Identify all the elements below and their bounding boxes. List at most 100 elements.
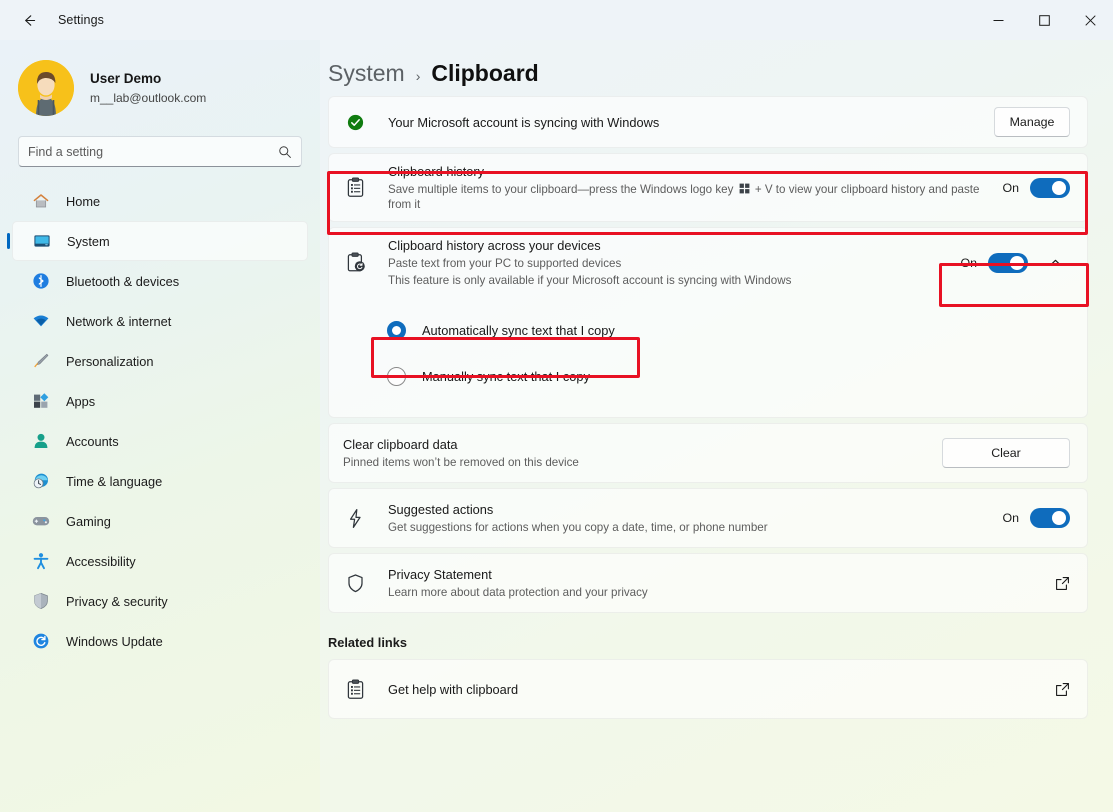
clear-button[interactable]: Clear: [942, 438, 1070, 468]
account-sync-banner: Your Microsoft account is syncing with W…: [328, 96, 1088, 148]
profile-email: m__lab@outlook.com: [90, 89, 206, 107]
clipboard-across-devices-text: Clipboard history across your devices Pa…: [388, 237, 946, 288]
clear-clipboard-actions: Clear: [942, 438, 1070, 468]
sidebar-item-label: Network & internet: [66, 314, 171, 329]
sidebar-item-label: Home: [66, 194, 100, 209]
radio-indicator: [387, 321, 406, 340]
breadcrumb-parent[interactable]: System: [328, 60, 405, 87]
radio-label: Automatically sync text that I copy: [422, 323, 615, 338]
profile-name: User Demo: [90, 69, 206, 88]
suggested-actions-toggle-label: On: [1002, 511, 1019, 525]
system-monitor-icon: [33, 232, 51, 250]
clipboard-across-devices-toggle[interactable]: [988, 253, 1028, 273]
banner-text: Your Microsoft account is syncing with W…: [388, 114, 980, 131]
clear-clipboard-title: Clear clipboard data: [343, 436, 928, 453]
privacy-statement-title: Privacy Statement: [388, 566, 1041, 583]
close-button[interactable]: [1067, 0, 1113, 40]
search-icon: [278, 145, 292, 159]
breadcrumb-separator: ›: [416, 68, 421, 84]
chevron-up-icon[interactable]: [1040, 248, 1070, 278]
lightning-bolt-icon: [344, 508, 366, 529]
clipboard-list-icon: [344, 177, 366, 198]
breadcrumb: System › Clipboard: [328, 40, 1088, 96]
shield-icon: [32, 592, 50, 610]
clear-clipboard-text: Clear clipboard data Pinned items won’t …: [343, 436, 928, 470]
gamepad-icon: [32, 512, 50, 530]
suggested-actions-toggle[interactable]: [1030, 508, 1070, 528]
sidebar-item-label: Accessibility: [66, 554, 136, 569]
sidebar: User Demo m__lab@outlook.com Home: [0, 40, 320, 812]
search-box[interactable]: [18, 136, 302, 167]
maximize-button[interactable]: [1021, 0, 1067, 40]
radio-indicator: [387, 367, 406, 386]
home-icon: [32, 192, 50, 210]
manage-button[interactable]: Manage: [994, 107, 1070, 137]
settings-window: Settings: [0, 0, 1113, 812]
clipboard-history-toggle-wrap: On: [1002, 178, 1070, 198]
radio-label: Manually sync text that I copy: [422, 369, 590, 384]
search-input[interactable]: [28, 145, 278, 159]
sync-options-group: Automatically sync text that I copy Manu…: [329, 297, 1087, 417]
sidebar-item-bluetooth-devices[interactable]: Bluetooth & devices: [12, 261, 308, 301]
green-check-circle-icon: [344, 114, 366, 131]
avatar: [18, 60, 74, 116]
external-link-icon[interactable]: [1055, 576, 1070, 591]
sidebar-item-gaming[interactable]: Gaming: [12, 501, 308, 541]
privacy-statement-text: Privacy Statement Learn more about data …: [388, 566, 1041, 600]
minimize-icon: [993, 15, 1004, 26]
clipboard-across-devices-toggle-label: On: [960, 256, 977, 270]
related-link-card[interactable]: Get help with clipboard: [328, 659, 1088, 719]
update-refresh-icon: [32, 632, 50, 650]
clear-clipboard-card: Clear clipboard data Pinned items won’t …: [328, 423, 1088, 483]
page-title: Clipboard: [431, 60, 538, 87]
sidebar-item-personalization[interactable]: Personalization: [12, 341, 308, 381]
clipboard-history-toggle[interactable]: [1030, 178, 1070, 198]
clipboard-sync-icon: [344, 252, 366, 273]
sidebar-item-windows-update[interactable]: Windows Update: [12, 621, 308, 661]
clipboard-across-devices-controls: On: [960, 248, 1070, 278]
back-arrow-icon: [21, 12, 38, 29]
clipboard-history-description: Save multiple items to your clipboard—pr…: [388, 182, 988, 212]
paintbrush-icon: [32, 352, 50, 370]
sidebar-item-apps[interactable]: Apps: [12, 381, 308, 421]
sidebar-item-home[interactable]: Home: [12, 181, 308, 221]
radio-option-automatic-sync[interactable]: Automatically sync text that I copy: [329, 307, 1087, 353]
related-link-actions: [1055, 682, 1070, 697]
sidebar-item-time-language[interactable]: Time & language: [12, 461, 308, 501]
sidebar-item-label: Windows Update: [66, 634, 163, 649]
minimize-button[interactable]: [975, 0, 1021, 40]
shield-outline-icon: [344, 573, 366, 594]
privacy-statement-actions: [1055, 576, 1070, 591]
sidebar-item-label: Time & language: [66, 474, 162, 489]
sidebar-item-label: Bluetooth & devices: [66, 274, 179, 289]
profile-card[interactable]: User Demo m__lab@outlook.com: [0, 40, 320, 122]
privacy-statement-description: Learn more about data protection and you…: [388, 585, 1041, 600]
sidebar-item-network-internet[interactable]: Network & internet: [12, 301, 308, 341]
clipboard-list-icon: [344, 679, 366, 700]
close-icon: [1085, 15, 1096, 26]
privacy-statement-card[interactable]: Privacy Statement Learn more about data …: [328, 553, 1088, 613]
sidebar-item-label: Apps: [66, 394, 95, 409]
suggested-actions-text: Suggested actions Get suggestions for ac…: [388, 501, 988, 535]
suggested-actions-card: Suggested actions Get suggestions for ac…: [328, 488, 1088, 548]
sidebar-item-label: Accounts: [66, 434, 119, 449]
related-link-label: Get help with clipboard: [388, 681, 1041, 698]
accessibility-person-icon: [32, 552, 50, 570]
sidebar-item-accessibility[interactable]: Accessibility: [12, 541, 308, 581]
clipboard-across-devices-title: Clipboard history across your devices: [388, 237, 946, 254]
sidebar-item-accounts[interactable]: Accounts: [12, 421, 308, 461]
clipboard-history-title: Clipboard history: [388, 163, 988, 180]
sidebar-item-system[interactable]: System: [12, 221, 308, 261]
external-link-icon[interactable]: [1055, 682, 1070, 697]
back-button[interactable]: [10, 5, 48, 35]
suggested-actions-toggle-wrap: On: [1002, 508, 1070, 528]
apps-icon: [32, 392, 50, 410]
sidebar-item-privacy-security[interactable]: Privacy & security: [12, 581, 308, 621]
profile-text: User Demo m__lab@outlook.com: [90, 69, 206, 107]
bluetooth-icon: [32, 272, 50, 290]
related-links-heading: Related links: [328, 635, 1088, 650]
title-bar: Settings: [0, 0, 1113, 40]
clipboard-history-description-part1: Save multiple items to your clipboard—pr…: [388, 183, 733, 196]
radio-option-manual-sync[interactable]: Manually sync text that I copy: [329, 353, 1087, 399]
clipboard-across-devices-description-2: This feature is only available if your M…: [388, 273, 946, 288]
